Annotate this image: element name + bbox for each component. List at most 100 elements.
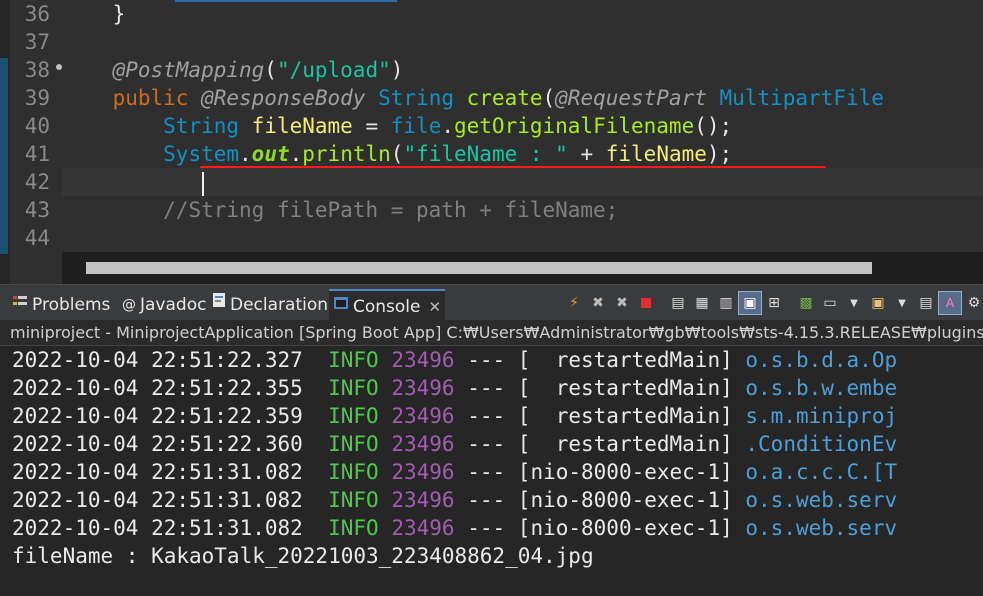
string-literal: "fileName : " <box>403 142 568 166</box>
log-logger[interactable]: o.s.b.w.embe <box>745 376 897 400</box>
new-console-icon[interactable]: ⊞ <box>762 291 786 315</box>
log-logger[interactable]: s.m.miniproj <box>745 404 897 428</box>
log-pid: 23496 <box>391 460 455 484</box>
log-pid: 23496 <box>391 432 455 456</box>
tab-label: Console <box>353 297 421 317</box>
log-logger[interactable]: o.a.c.c.C.[T <box>745 460 897 484</box>
dot: . <box>441 114 454 138</box>
log-timestamp: 2022-10-04 22:51:31.082 <box>12 460 303 484</box>
type-name: MultipartFile <box>719 86 884 110</box>
line-number: 43 <box>24 198 50 222</box>
code-editor[interactable]: 36 37 38 39 40 41 42 43 44 } @PostMappin… <box>0 0 983 284</box>
console-icon <box>333 291 349 323</box>
string-literal: "/upload" <box>276 58 391 82</box>
code-line[interactable]: //String filePath = path + fileName; <box>62 196 983 224</box>
log-level: INFO <box>328 376 379 400</box>
view-tab-bar: Problems @ Javadoc Declaration Console ✕ ⚡… <box>0 284 983 323</box>
display-selected-icon[interactable]: ▭ <box>818 291 842 315</box>
log-thread: [ restartedMain] <box>517 404 733 428</box>
chevron-down-icon[interactable]: ▼ <box>890 291 914 315</box>
scrollbar-thumb[interactable] <box>86 262 872 274</box>
log-logger[interactable]: .ConditionEv <box>745 432 897 456</box>
log-thread: [nio-8000-exec-1] <box>517 488 733 512</box>
color-icon[interactable]: A <box>938 291 962 315</box>
copy-icon[interactable]: ▣ <box>866 291 890 315</box>
log-level: INFO <box>328 432 379 456</box>
log-timestamp: 2022-10-04 22:51:22.360 <box>12 432 303 456</box>
log-line: 2022-10-04 22:51:22.355 INFO 23496 --- [… <box>12 374 897 402</box>
log-sep: --- <box>467 376 506 400</box>
log-line: 2022-10-04 22:51:22.327 INFO 23496 --- [… <box>12 346 897 374</box>
code-line[interactable]: } <box>62 0 983 28</box>
code-line[interactable]: @PostMapping("/upload") <box>62 56 983 84</box>
stop-icon[interactable] <box>634 291 658 315</box>
type-name: String <box>378 86 454 110</box>
log-thread: [ restartedMain] <box>517 376 733 400</box>
log-timestamp: 2022-10-04 22:51:22.355 <box>12 376 303 400</box>
call-end: ); <box>706 142 733 166</box>
log-sep: --- <box>467 488 506 512</box>
log-logger[interactable]: o.s.b.d.a.Op <box>745 348 897 372</box>
open-console-icon[interactable]: ▩ <box>794 291 818 315</box>
word-wrap-icon[interactable]: ▦ <box>690 291 714 315</box>
clipboard-icon[interactable]: ▤ <box>914 291 938 315</box>
tab-label: Problems <box>32 295 111 315</box>
log-line: 2022-10-04 22:51:22.360 INFO 23496 --- [… <box>12 430 897 458</box>
remove-all-icon[interactable]: ✖ <box>610 291 634 315</box>
tab-label: Declaration <box>230 295 329 315</box>
tab-javadoc[interactable]: @ Javadoc <box>122 289 206 321</box>
line-number: 37 <box>24 30 50 54</box>
static-field: out <box>251 142 290 166</box>
tab-label: Javadoc <box>140 295 207 315</box>
pin-icon[interactable]: ⚡ <box>562 291 586 315</box>
annotation: @PostMapping <box>112 58 265 82</box>
console-toolbar: ⚡ ✖ ✖ ▤ ▦ ▥ ▣ ⊞ ▩ ▭ ▼ ▣ ▼ ▤ A ⚙ <box>562 289 983 317</box>
log-sep: --- <box>467 460 506 484</box>
log-timestamp: 2022-10-04 22:51:22.359 <box>12 404 303 428</box>
pin-console-icon[interactable]: ▣ <box>738 291 762 315</box>
call-end: (); <box>694 114 733 138</box>
log-pid: 23496 <box>391 376 455 400</box>
log-sep: --- <box>467 516 506 540</box>
show-console-icon[interactable]: ▥ <box>714 291 738 315</box>
log-logger[interactable]: o.s.web.serv <box>745 488 897 512</box>
line-number: 38 <box>24 58 50 82</box>
console-output[interactable]: 2022-10-04 22:51:22.327 INFO 23496 --- [… <box>0 346 983 596</box>
change-marker <box>0 58 8 254</box>
scroll-lock-icon[interactable]: ▤ <box>666 291 690 315</box>
horizontal-scrollbar[interactable] <box>62 252 983 284</box>
tab-console[interactable]: Console ✕ <box>329 289 446 323</box>
log-pid: 23496 <box>391 488 455 512</box>
log-logger[interactable]: o.s.web.serv <box>745 516 897 540</box>
terminate-icon[interactable]: ✖ <box>586 291 610 315</box>
log-line: 2022-10-04 22:51:22.359 INFO 23496 --- [… <box>12 402 897 430</box>
code-line[interactable]: System.out.println("fileName : " + fileN… <box>62 140 983 168</box>
paren: ( <box>542 86 556 110</box>
dot: . <box>289 142 303 166</box>
log-thread: [nio-8000-exec-1] <box>517 516 733 540</box>
log-level: INFO <box>328 460 379 484</box>
log-sep: --- <box>467 348 506 372</box>
close-icon[interactable]: ✕ <box>429 298 442 316</box>
log-pid: 23496 <box>391 348 455 372</box>
brace: } <box>112 2 126 26</box>
javadoc-icon: @ <box>122 297 136 313</box>
variable: fileName <box>251 114 353 138</box>
object-name: file <box>390 114 442 138</box>
log-timestamp: 2022-10-04 22:51:31.082 <box>12 516 303 540</box>
text-caret <box>202 172 204 196</box>
log-pid: 23496 <box>391 404 455 428</box>
keyword: public <box>112 86 189 110</box>
chevron-down-icon[interactable]: ▼ <box>842 291 866 315</box>
settings-icon[interactable]: ⚙ <box>962 291 983 315</box>
tab-problems[interactable]: Problems <box>12 289 110 321</box>
log-level: INFO <box>328 404 379 428</box>
problems-icon <box>12 289 28 321</box>
tab-declaration[interactable]: Declaration <box>212 289 328 321</box>
annotation: @RequestPart <box>555 86 707 110</box>
code-line[interactable]: String fileName = file.getOriginalFilena… <box>62 112 983 140</box>
log-timestamp: 2022-10-04 22:51:22.327 <box>12 348 303 372</box>
current-code-line[interactable] <box>62 168 983 196</box>
method-name: create <box>466 86 543 110</box>
code-line[interactable]: public @ResponseBody String create(@Requ… <box>62 84 983 112</box>
